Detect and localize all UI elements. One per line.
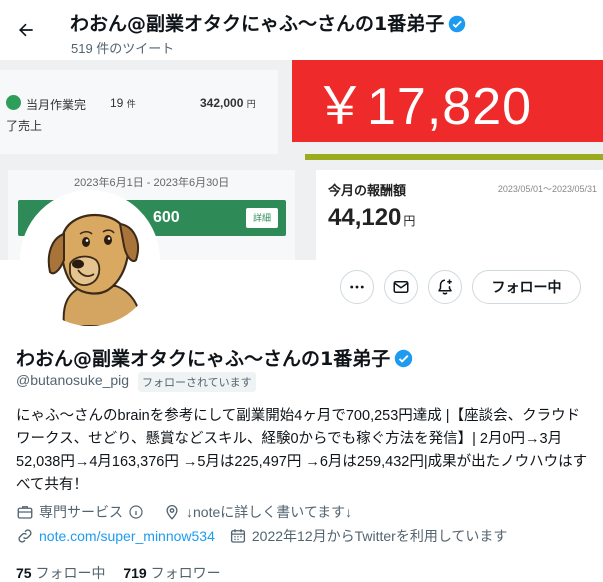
card1-col2: 19 件 bbox=[110, 96, 136, 110]
top-bar: わおん@副業オタクにゃふ〜さんの1番弟子 519 件のツイート bbox=[0, 0, 603, 60]
card1-col3: 342,000 円 bbox=[200, 96, 256, 110]
profile-location-text: ↓noteに詳しく書いてます↓ bbox=[186, 504, 353, 520]
profile-meta-row-1: 専門サービス ↓noteに詳しく書いてます↓ bbox=[16, 502, 366, 522]
link-icon bbox=[18, 529, 32, 543]
banner-red-card: ￥17,820 bbox=[292, 60, 603, 142]
banner-card-sales: 当月作業完 19 件 342,000 円 了売上 bbox=[0, 70, 278, 154]
profile-category: 専門サービス bbox=[16, 502, 149, 522]
dog-avatar-icon bbox=[24, 194, 156, 326]
profile-joined-text: 2022年12月からTwitterを利用しています bbox=[251, 528, 508, 544]
profile-location: ↓noteに詳しく書いてます↓ bbox=[163, 502, 352, 522]
red-card-amount: ￥17,820 bbox=[314, 78, 533, 136]
follows-you-badge: フォローされています bbox=[138, 372, 256, 392]
following-button[interactable]: フォロー中 bbox=[472, 270, 581, 304]
calendar-icon bbox=[230, 529, 245, 543]
card3-amount: 600 bbox=[153, 209, 180, 226]
card1-sub: 了売上 bbox=[6, 119, 43, 133]
profile-joined: 2022年12月からTwitterを利用しています bbox=[229, 526, 508, 546]
profile-category-text: 専門サービス bbox=[39, 504, 123, 520]
profile-meta-row-2: note.com/super_minnow534 2022年12月からTwitt… bbox=[16, 526, 521, 546]
header-name-text: わおん@副業オタクにゃふ〜さんの1番弟子 bbox=[70, 13, 445, 35]
briefcase-icon bbox=[17, 506, 33, 519]
profile-name: わおん@副業オタクにゃふ〜さんの1番弟子 bbox=[16, 344, 413, 371]
check-circle-icon bbox=[6, 95, 21, 110]
card3-date-range: 2023年6月1日 - 2023年6月30日 bbox=[74, 177, 230, 189]
card4-date-range: 2023/05/01〜2023/05/31 bbox=[497, 184, 597, 194]
card1-amount-unit: 円 bbox=[246, 99, 256, 109]
profile-bio: にゃふ〜さんのbrainを参考にして副業開始4ヶ月で700,253円達成 |【座… bbox=[16, 408, 588, 493]
verified-badge-icon bbox=[395, 349, 413, 368]
banner-divider bbox=[305, 154, 603, 160]
profile-name-text: わおん@副業オタクにゃふ〜さんの1番弟子 bbox=[16, 348, 391, 370]
card4-amount: 44,120 円 bbox=[328, 204, 415, 232]
profile-stats: 75 フォロー中 719 フォロワー bbox=[16, 563, 235, 582]
followers-label: フォロワー bbox=[150, 565, 221, 581]
following-label: フォロー中 bbox=[35, 565, 106, 581]
profile-url: note.com/super_minnow534 bbox=[16, 527, 215, 545]
profile-url-link[interactable]: note.com/super_minnow534 bbox=[39, 528, 215, 544]
card4-amount-unit: 円 bbox=[403, 214, 416, 228]
card1-col1: 当月作業完 bbox=[26, 98, 87, 112]
followers-stat[interactable]: 719 フォロワー bbox=[123, 565, 234, 581]
back-button[interactable] bbox=[10, 14, 42, 46]
bell-plus-icon bbox=[438, 279, 452, 295]
following-count: 75 bbox=[16, 565, 32, 581]
following-stat[interactable]: 75 フォロー中 bbox=[16, 565, 119, 581]
card4-title: 今月の報酬額 bbox=[328, 183, 407, 198]
banner-card-reward: 今月の報酬額 2023/05/01〜2023/05/31 44,120 円 bbox=[316, 170, 603, 260]
tweet-count: 519 件のツイート bbox=[71, 41, 175, 56]
header-title: わおん@副業オタクにゃふ〜さんの1番弟子 bbox=[70, 9, 466, 36]
notify-button[interactable] bbox=[428, 270, 462, 304]
profile-handle: @butanosuke_pig bbox=[16, 372, 130, 388]
card1-count-unit: 件 bbox=[126, 99, 136, 109]
more-horizontal-icon bbox=[350, 285, 364, 289]
envelope-icon bbox=[393, 281, 409, 293]
card1-count: 19 bbox=[110, 96, 124, 110]
verified-badge-icon bbox=[448, 15, 466, 33]
more-button[interactable] bbox=[340, 270, 374, 304]
card1-amount: 342,000 bbox=[200, 96, 244, 110]
location-pin-icon bbox=[166, 505, 178, 520]
arrow-left-icon bbox=[19, 23, 33, 37]
info-icon[interactable] bbox=[128, 504, 144, 520]
card3-detail-button: 詳細 bbox=[246, 208, 278, 228]
avatar[interactable] bbox=[20, 190, 160, 330]
card4-amount-value: 44,120 bbox=[328, 204, 402, 231]
followers-count: 719 bbox=[123, 565, 147, 581]
message-button[interactable] bbox=[384, 270, 418, 304]
